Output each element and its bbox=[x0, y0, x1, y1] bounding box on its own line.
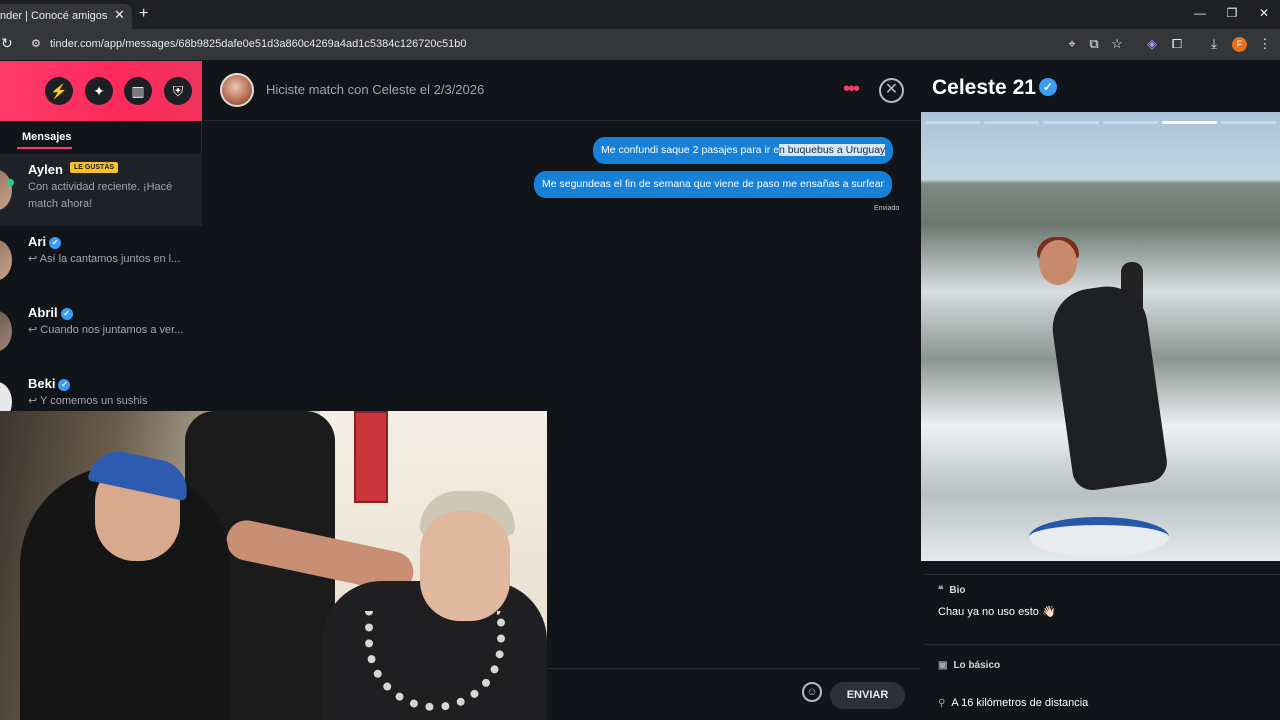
url-field[interactable]: tinder.com/app/messages/68b9825dafe0e51d… bbox=[50, 38, 467, 50]
profile-first-name: Celeste bbox=[932, 76, 1007, 99]
conversation-item[interactable]: Ari ✓ ↩ Así la cantamos juntos en l... bbox=[0, 226, 202, 298]
message-bubble[interactable]: Me segundeas el fin de semana que viene … bbox=[534, 171, 893, 198]
name-text: Ari bbox=[28, 234, 47, 249]
bookmark-star-icon[interactable]: ☆ bbox=[1108, 36, 1126, 52]
match-avatar[interactable] bbox=[220, 73, 254, 107]
message-text: Me segundeas el fin de semana que viene … bbox=[542, 178, 885, 190]
verified-icon: ✓ bbox=[1038, 78, 1057, 96]
more-options-icon[interactable]: ••• bbox=[843, 78, 860, 101]
photo-page-indicator[interactable] bbox=[1220, 121, 1277, 124]
send-button[interactable]: ENVIAR bbox=[830, 682, 905, 709]
stack-icon[interactable]: ▥ bbox=[124, 77, 152, 105]
online-indicator bbox=[7, 179, 14, 186]
location-icon[interactable]: ⌖ bbox=[1063, 36, 1081, 52]
quote-icon: ❝ bbox=[938, 585, 944, 596]
photo-page-indicator[interactable] bbox=[1102, 121, 1158, 124]
browser-profile-avatar[interactable]: F bbox=[1232, 37, 1247, 52]
bio-section: ❝ Bio Chau ya no uso esto 👋🏻 bbox=[925, 574, 1280, 644]
sidebar-tabs: Mensajes bbox=[0, 121, 202, 151]
install-app-icon[interactable]: ⧉ bbox=[1085, 36, 1103, 52]
conversation-preview: Con actividad reciente. ¡Hacé match ahor… bbox=[28, 181, 173, 210]
chat-header: Hiciste match con Celeste el 2/3/2026 ••… bbox=[203, 61, 920, 121]
close-chat-icon[interactable]: ✕ bbox=[879, 78, 904, 103]
photo-page-indicator[interactable] bbox=[925, 121, 981, 124]
reload-icon[interactable]: ↻ bbox=[1, 35, 13, 52]
conversation-preview: ↩ Y comemos un sushis bbox=[28, 395, 148, 407]
sent-status: Enviado bbox=[874, 205, 900, 212]
new-tab-button[interactable]: + bbox=[139, 5, 148, 23]
distance-text: A 16 kilómetros de distancia bbox=[951, 697, 1089, 709]
verified-icon: ✓ bbox=[60, 308, 73, 320]
tab-close-icon[interactable]: ✕ bbox=[114, 7, 125, 23]
tab-messages[interactable]: Mensajes bbox=[22, 131, 72, 143]
close-window-button[interactable]: ✕ bbox=[1254, 6, 1274, 20]
verified-icon: ✓ bbox=[58, 379, 71, 391]
address-bar: ↻ ⚙ tinder.com/app/messages/68b9825dafe0… bbox=[0, 29, 1280, 60]
conversation-name: Beki ✓ bbox=[28, 376, 71, 391]
menu-kebab-icon[interactable]: ⋮ bbox=[1256, 36, 1274, 52]
avatar bbox=[0, 170, 12, 210]
profile-age: 21 bbox=[1012, 76, 1036, 99]
basics-label-text: Lo básico bbox=[953, 660, 1001, 671]
profile-panel: Celeste 21 ✓ ❝ Bio Chau ya no uso esto 👋🏻 … bbox=[921, 61, 1280, 720]
photo-surfboard bbox=[1029, 517, 1169, 557]
shield-icon[interactable]: ⛨ bbox=[164, 77, 192, 105]
photo-page-indicator[interactable] bbox=[1043, 121, 1099, 124]
extension-shield-icon[interactable]: ◈ bbox=[1143, 36, 1161, 52]
bio-label-text: Bio bbox=[949, 585, 966, 596]
photo-pagination bbox=[925, 121, 1277, 124]
conversation-preview: ↩ Cuando nos juntamos a ver... bbox=[28, 324, 184, 336]
browser-tab-bar: nder | Conocé amigos y gente ✕ + — ❐ ✕ bbox=[0, 0, 1280, 29]
site-info-icon[interactable]: ⚙ bbox=[31, 37, 41, 50]
message-text: Me confundi saque 2 pasajes para ir e bbox=[601, 144, 780, 156]
name-text: Beki bbox=[28, 376, 56, 391]
conversation-item[interactable]: Beki ✓ ↩ Y comemos un sushis bbox=[0, 368, 202, 411]
location-pin-icon: ⚲ bbox=[938, 698, 946, 709]
webcam-client-face bbox=[420, 511, 510, 621]
bio-text: Chau ya no uso esto 👋🏻 bbox=[938, 606, 1056, 618]
photo-page-indicator[interactable] bbox=[984, 121, 1040, 124]
conversation-item[interactable]: Abril ✓ ↩ Cuando nos juntamos a ver... bbox=[0, 297, 202, 369]
bolt-icon[interactable]: ⚡ bbox=[45, 77, 73, 105]
photo-page-indicator[interactable] bbox=[1161, 121, 1217, 124]
webcam-overlay bbox=[0, 411, 547, 720]
basics-section: ▣ Lo básico ⚲ A 16 kilómetros de distancia bbox=[925, 644, 1280, 720]
match-date-text: Hiciste match con Celeste el 2/3/2026 bbox=[266, 82, 485, 97]
bio-label: ❝ Bio bbox=[938, 585, 966, 596]
name-text: Abril bbox=[28, 305, 58, 320]
photo-surfer-body bbox=[1047, 281, 1170, 493]
tab-title: nder | Conocé amigos y gente bbox=[0, 10, 108, 22]
conversation-item[interactable]: Aylen LE GUSTÁS Con actividad reciente. … bbox=[0, 154, 202, 226]
distance-item: ⚲ A 16 kilómetros de distancia bbox=[938, 697, 1088, 709]
download-icon[interactable]: ⤓ bbox=[1205, 36, 1223, 52]
tab-active-indicator bbox=[17, 147, 72, 149]
maximize-button[interactable]: ❐ bbox=[1222, 6, 1242, 20]
verified-icon: ✓ bbox=[49, 237, 62, 249]
message-bubble[interactable]: Me confundi saque 2 pasajes para ir en b… bbox=[593, 137, 894, 164]
compass-icon[interactable]: ✦ bbox=[85, 77, 113, 105]
conversation-name: Abril ✓ bbox=[28, 305, 73, 320]
conversation-preview: ↩ Así la cantamos juntos en l... bbox=[28, 253, 181, 265]
browser-tab[interactable]: nder | Conocé amigos y gente ✕ bbox=[0, 4, 132, 29]
minimize-button[interactable]: — bbox=[1190, 6, 1210, 20]
conversation-name: Ari ✓ bbox=[28, 234, 62, 249]
profile-photo[interactable] bbox=[921, 112, 1280, 561]
webcam-poster bbox=[354, 411, 388, 503]
conversation-name: Aylen bbox=[28, 162, 63, 177]
selected-text: n buquebus a Uruguay bbox=[779, 144, 886, 156]
photo-surfer-head bbox=[1039, 240, 1077, 285]
avatar bbox=[0, 311, 12, 351]
avatar bbox=[0, 240, 12, 280]
sidebar-header: ⚡ ✦ ▥ ⛨ bbox=[0, 61, 202, 121]
emoji-icon[interactable]: ☺ bbox=[802, 682, 822, 702]
basics-label: ▣ Lo básico bbox=[938, 660, 1000, 671]
profile-name: Celeste 21 ✓ bbox=[932, 76, 1057, 100]
extensions-icon[interactable]: ⧠ bbox=[1168, 36, 1186, 52]
avatar bbox=[0, 382, 12, 411]
id-card-icon: ▣ bbox=[938, 660, 948, 671]
likes-you-badge: LE GUSTÁS bbox=[70, 162, 119, 173]
